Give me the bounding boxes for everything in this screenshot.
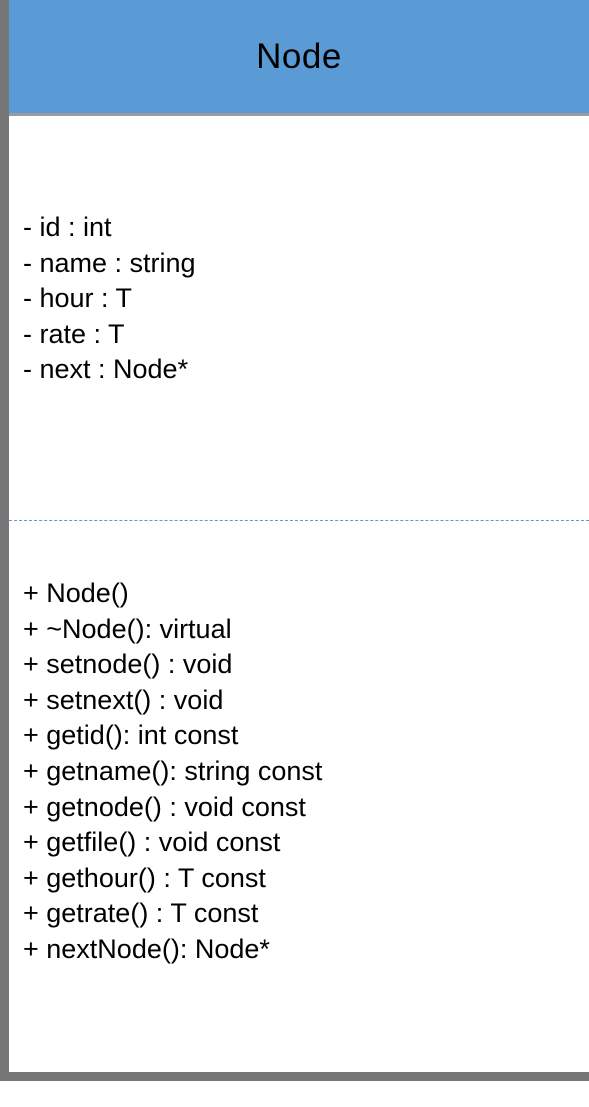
method-destructor: + ~Node(): virtual [23,613,232,644]
attribute-hour: - hour : T [23,283,133,314]
method-setnext: + setnext() : void [23,684,224,715]
method-getid: + getid(): int const [23,720,239,751]
method-getnode: + getnode() : void const [23,791,306,822]
method-getrate: + getrate() : T const [23,898,259,929]
method-nextnode: + nextNode(): Node* [23,933,270,964]
attribute-next: - next : Node* [23,354,189,385]
attribute-list: - id : int - name : string - hour : T - … [23,210,196,388]
method-setnode: + setnode() : void [23,649,233,680]
uml-class-box: Node - id : int - name : string - hour :… [0,0,589,1081]
class-header: Node [9,0,589,116]
method-constructor: + Node() [23,578,129,608]
attribute-id: - id : int [23,212,112,242]
method-list: + Node() + ~Node(): virtual + setnode() … [23,576,322,968]
attribute-name: - name : string [23,247,196,278]
section-divider [9,520,589,521]
method-getfile: + getfile() : void const [23,827,281,858]
method-gethour: + gethour() : T const [23,862,266,893]
method-getname: + getname(): string const [23,755,323,786]
attribute-rate: - rate : T [23,318,125,349]
class-name: Node [256,36,342,76]
